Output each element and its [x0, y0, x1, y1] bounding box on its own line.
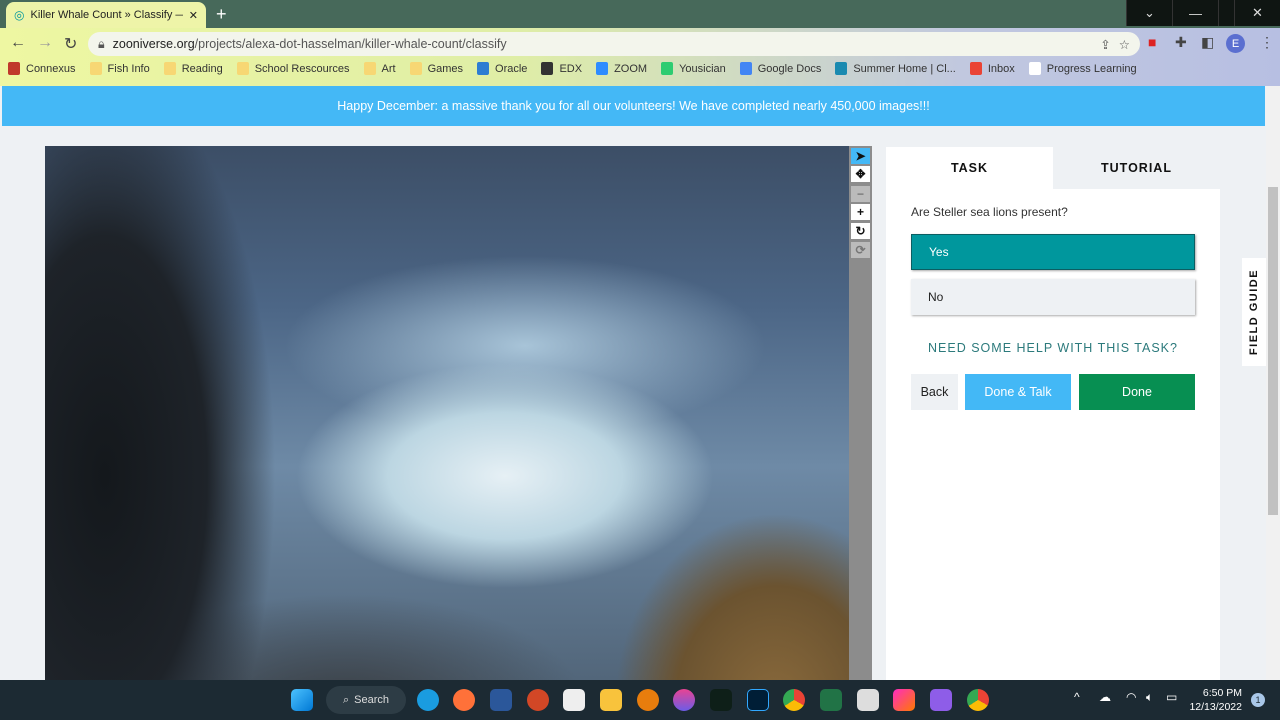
task-panel: TASK TUTORIAL Are Steller sea lions pres… — [886, 147, 1220, 680]
creative-cloud-icon[interactable] — [893, 689, 915, 711]
zooniverse-icon: ◎ — [14, 8, 25, 22]
bookmark-inbox[interactable]: Inbox — [969, 62, 1015, 75]
reload-icon[interactable]: ↻ — [64, 34, 77, 54]
app-icon[interactable] — [563, 689, 585, 711]
browser-toolbar: ← → ↻ 🔒︎ zooniverse.org/projects/alexa-d… — [0, 28, 1280, 86]
close-window-button[interactable]: ✕ — [1234, 0, 1280, 26]
bookmark-art[interactable]: Art — [363, 62, 396, 75]
image-toolbar: ➤ ✥ − + ↻ ⟳ — [849, 146, 872, 680]
chrome-profile-icon[interactable] — [967, 689, 989, 711]
address-bar[interactable]: 🔒︎ zooniverse.org/projects/alexa-dot-has… — [88, 32, 1140, 56]
tab-tutorial[interactable]: TUTORIAL — [1053, 147, 1220, 189]
side-panel-icon[interactable]: ◧ — [1201, 34, 1214, 51]
notification-badge[interactable]: 1 — [1251, 693, 1265, 707]
rotate-icon[interactable]: ↻ — [851, 223, 870, 239]
bookmark-icon — [835, 62, 848, 75]
zoom-in-icon[interactable]: + — [851, 204, 870, 220]
clipchamp-icon[interactable] — [930, 689, 952, 711]
bookmark-icon — [8, 62, 20, 75]
bookmark-reading[interactable]: Reading — [163, 62, 223, 75]
bookmark-icon — [661, 62, 674, 75]
bookmark-icon — [477, 62, 490, 75]
word-icon[interactable] — [490, 689, 512, 711]
excel-icon[interactable] — [820, 689, 842, 711]
forward-icon[interactable]: → — [37, 34, 53, 52]
bookmark-zoom[interactable]: ZOOM — [596, 62, 647, 75]
tab-search-button[interactable]: ⌄ — [1126, 0, 1172, 26]
bookmark-games[interactable]: Games — [409, 62, 463, 75]
bookmark-icon — [409, 62, 422, 75]
share-icon[interactable]: ⇪ — [1100, 37, 1110, 52]
guitar-app-icon[interactable] — [710, 689, 732, 711]
pointer-icon[interactable]: ➤ — [851, 148, 870, 164]
close-tab-icon[interactable]: ✕ — [189, 9, 198, 22]
anime-app-icon[interactable] — [857, 689, 879, 711]
bookmark-icon — [163, 62, 176, 75]
battery-icon[interactable]: ▭ — [1166, 690, 1177, 704]
bookmark-icon — [236, 62, 249, 75]
lightroom-icon[interactable] — [747, 689, 769, 711]
subject-image[interactable] — [45, 146, 849, 680]
bookmark-school-rescources[interactable]: School Rescources — [236, 62, 350, 75]
bookmark-icon — [969, 62, 982, 75]
chrome-icon[interactable] — [783, 689, 805, 711]
done-button[interactable]: Done — [1079, 374, 1195, 410]
help-link[interactable]: NEED SOME HELP WITH THIS TASK? — [886, 341, 1220, 355]
file-explorer-icon[interactable] — [600, 689, 622, 711]
drop-app-icon[interactable] — [673, 689, 695, 711]
tab-task[interactable]: TASK — [886, 147, 1053, 189]
extension-icon[interactable]: ■ — [1148, 34, 1156, 50]
back-icon[interactable]: ← — [10, 34, 26, 52]
browser-tab[interactable]: ◎ Killer Whale Count » Classify — Zooniv… — [6, 2, 206, 28]
zoom-out-icon[interactable]: − — [851, 186, 870, 202]
bookmark-edx[interactable]: EDX — [541, 62, 582, 75]
answer-no[interactable]: No — [911, 279, 1195, 315]
blender-icon[interactable] — [637, 689, 659, 711]
task-question: Are Steller sea lions present? — [911, 205, 1068, 219]
bookmark-oracle[interactable]: Oracle — [477, 62, 527, 75]
onedrive-icon[interactable]: ☁ — [1099, 690, 1111, 704]
lock-icon: 🔒︎ — [98, 36, 105, 51]
volume-icon[interactable]: 🔈︎ — [1146, 690, 1153, 705]
clock[interactable]: 6:50 PM 12/13/2022 — [1188, 686, 1242, 714]
reset-icon[interactable]: ⟳ — [851, 242, 870, 258]
avatar[interactable]: E — [1226, 34, 1245, 53]
taskbar-search[interactable]: ⌕ Search — [326, 686, 406, 714]
bookmark-icon — [363, 62, 376, 75]
back-button[interactable]: Back — [911, 374, 958, 410]
bookmark-icon — [89, 62, 102, 75]
announcement-banner: Happy December: a massive thank you for … — [2, 86, 1265, 126]
bookmark-fish-info[interactable]: Fish Info — [89, 62, 150, 75]
powerpoint-icon[interactable] — [527, 689, 549, 711]
bookmark-yousician[interactable]: Yousician — [661, 62, 726, 75]
move-icon[interactable]: ✥ — [851, 166, 870, 182]
chevron-up-icon[interactable]: ^ — [1074, 690, 1080, 704]
bookmark-icon — [739, 62, 752, 75]
field-guide-tab[interactable]: FIELD GUIDE — [1242, 258, 1266, 366]
bookmark-google-docs[interactable]: Google Docs — [739, 62, 821, 75]
bookmark-icon — [596, 62, 609, 75]
bookmark-connexus[interactable]: Connexus — [8, 62, 76, 75]
search-icon: ⌕ — [342, 693, 350, 706]
menu-icon[interactable]: ⋮ — [1260, 34, 1274, 51]
firefox-icon[interactable] — [453, 689, 475, 711]
bookmark-icon — [541, 62, 554, 75]
bookmark-summer-home-cl[interactable]: Summer Home | Cl... — [835, 62, 956, 75]
start-icon[interactable] — [291, 689, 313, 711]
wifi-icon[interactable]: ◠ — [1126, 690, 1136, 704]
done-and-talk-button[interactable]: Done & Talk — [965, 374, 1071, 410]
new-tab-button[interactable]: + — [216, 4, 227, 25]
scrollbar-thumb[interactable] — [1268, 187, 1278, 515]
star-icon[interactable]: ☆ — [1119, 37, 1130, 52]
answer-yes[interactable]: Yes — [911, 234, 1195, 270]
minimize-button[interactable]: — — [1172, 0, 1218, 26]
bookmark-icon — [1028, 62, 1041, 75]
edge-icon[interactable] — [417, 689, 439, 711]
puzzle-icon[interactable]: ✚ — [1175, 34, 1187, 51]
bookmarks-bar: Connexus Fish Info Reading School Rescource… — [8, 62, 1137, 75]
bookmark-progress-learning[interactable]: Progress Learning — [1028, 62, 1137, 75]
